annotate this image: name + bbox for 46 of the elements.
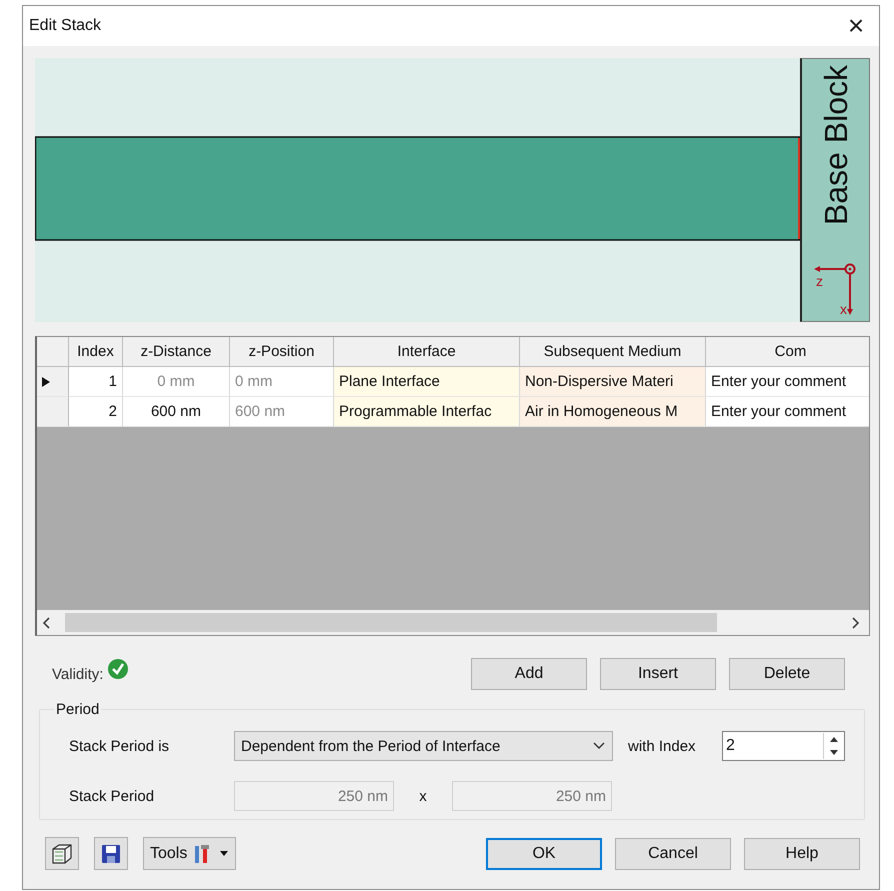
column-header[interactable]: Subsequent Medium — [520, 337, 706, 367]
column-header[interactable]: Com — [706, 337, 869, 367]
insert-button[interactable]: Insert — [600, 658, 716, 690]
cancel-button[interactable]: Cancel — [615, 838, 731, 870]
field-label: with Index — [628, 738, 697, 754]
add-button[interactable]: Add — [471, 658, 587, 690]
dropdown-caret-icon — [592, 741, 606, 751]
period-y-field[interactable]: 250 nm — [452, 781, 612, 811]
period-dropdown[interactable]: Dependent from the Period of Interface — [234, 731, 613, 761]
cube-icon — [50, 842, 74, 866]
base-block-label: Base Block — [820, 65, 852, 226]
index-cell[interactable]: 2 — [69, 397, 123, 427]
period-x-field[interactable]: 250 nm — [234, 781, 394, 811]
axis-label: x — [840, 301, 846, 317]
field-label: Stack Period — [69, 788, 156, 804]
column-header[interactable]: z-Position — [230, 337, 334, 367]
tools-button[interactable]: Tools — [143, 837, 236, 870]
medium-cell[interactable]: Air in Homogeneous M — [520, 397, 706, 427]
window-title: Edit Stack — [29, 17, 102, 35]
comment-cell[interactable]: Enter your comment — [706, 367, 869, 397]
column-header[interactable]: Index — [69, 337, 123, 367]
validity-label: Validity: — [52, 666, 104, 682]
column-header[interactable]: z-Distance — [123, 337, 230, 367]
axes-drawing — [814, 264, 855, 315]
ok-button[interactable]: OK — [486, 838, 602, 870]
horizontal-scrollbar[interactable] — [37, 610, 869, 635]
interface-cell[interactable]: Plane Interface — [334, 367, 520, 397]
current-row-icon — [41, 376, 51, 388]
group-title: Period — [55, 701, 100, 718]
axis-label: z — [816, 273, 822, 289]
view-3d-button[interactable] — [45, 837, 79, 870]
comment-cell[interactable]: Enter your comment — [706, 397, 869, 427]
help-button[interactable]: Help — [744, 838, 860, 870]
column-header[interactable]: Interface — [334, 337, 520, 367]
delete-button[interactable]: Delete — [729, 658, 845, 690]
distance-cell[interactable]: 600 nm — [123, 397, 230, 427]
row-header[interactable] — [37, 367, 69, 397]
index-spin-field[interactable]: 2 — [722, 731, 845, 761]
save-button[interactable] — [94, 837, 128, 870]
close-button[interactable]: × — [833, 6, 879, 46]
interface-cell[interactable]: Programmable Interfac — [334, 397, 520, 427]
medium-cell[interactable]: Non-Dispersive Materi — [520, 367, 706, 397]
times-sign: x — [418, 788, 428, 804]
index-cell[interactable]: 1 — [69, 367, 123, 397]
caret-icon — [219, 850, 230, 858]
field-label: Stack Period is — [69, 738, 170, 754]
